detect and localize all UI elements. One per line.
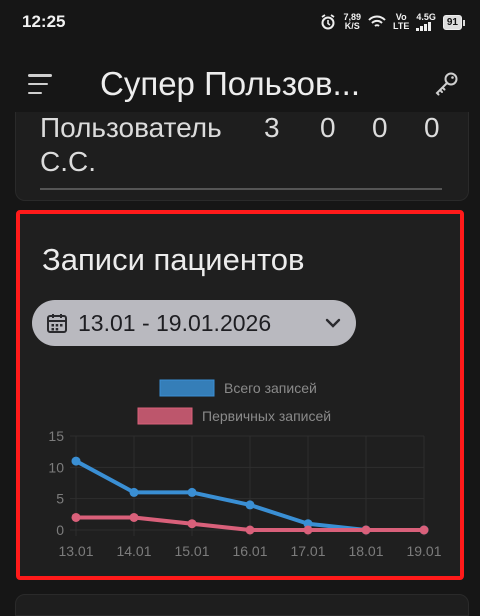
y-tick-label: 5 [56, 491, 64, 507]
data-point [303, 525, 313, 535]
users-summary-card: Пользователь 3 0 0 0 С.С. [15, 112, 469, 201]
divider [40, 188, 442, 190]
data-point [245, 500, 255, 510]
data-point [187, 487, 197, 497]
y-tick-label: 10 [48, 459, 64, 475]
x-tick-label: 17.01 [290, 543, 325, 559]
date-range-picker[interactable]: 13.01 - 19.01.2026 [32, 300, 356, 346]
status-bar: 12:25 7,89 K/S Vo LTE 4.5G 91 [0, 0, 480, 44]
x-tick-label: 16.01 [232, 543, 267, 559]
patient-records-chart: Всего записей Первичных записей 0 5 10 15 13.0… [20, 364, 460, 569]
y-tick-label: 0 [56, 522, 64, 538]
network-speed: 7,89 K/S [343, 13, 361, 31]
wifi-icon [368, 15, 386, 27]
volte-indicator: Vo LTE [393, 13, 409, 31]
patient-records-card: Записи пациентов 13.01 - 19.01.2026 Всег… [16, 210, 464, 580]
x-tick-label: 15.01 [174, 543, 209, 559]
x-tick-label: 18.01 [348, 543, 383, 559]
x-tick-label: 14.01 [116, 543, 151, 559]
user-type-label-cont: С.С. [40, 146, 96, 177]
menu-icon[interactable] [28, 74, 54, 94]
signal-icon [416, 22, 432, 31]
network-speed-unit: K/S [344, 21, 360, 31]
y-tick-label: 15 [48, 428, 64, 444]
date-range-text: 13.01 - 19.01.2026 [78, 309, 272, 336]
network-type: 4.5G [416, 12, 436, 22]
legend-swatch [137, 407, 193, 425]
data-point [129, 487, 139, 497]
table-cell: 0 [424, 112, 440, 143]
data-point [245, 525, 255, 535]
app-bar: Супер Пользов... [0, 52, 480, 116]
chart-svg: Всего записей Первичных записей 0 5 10 15 13.0… [48, 379, 442, 559]
status-time: 12:25 [22, 12, 66, 31]
chevron-down-icon [325, 318, 341, 328]
volte-bottom: LTE [393, 21, 410, 31]
table-cell: 0 [320, 112, 336, 143]
data-point [419, 525, 429, 535]
legend-label: Всего записей [224, 380, 317, 396]
data-point [71, 456, 81, 466]
legend-swatch [159, 379, 215, 397]
card-title: Записи пациентов [42, 242, 305, 277]
x-tick-label: 13.01 [58, 543, 93, 559]
data-point [361, 525, 371, 535]
table-cell: 3 [264, 112, 280, 143]
table-cell: 0 [372, 112, 388, 143]
status-icons: 7,89 K/S Vo LTE 4.5G 91 [320, 13, 466, 31]
signal-group: 4.5G [416, 13, 436, 31]
battery-icon: 91 [442, 14, 466, 30]
page-title: Супер Пользов... [100, 65, 361, 102]
data-point [129, 512, 139, 522]
user-type-label: Пользователь [40, 112, 222, 143]
alarm-icon [321, 14, 335, 30]
calendar-icon [47, 314, 67, 333]
x-tick-label: 19.01 [406, 543, 441, 559]
table-row: Пользователь 3 0 0 0 [40, 112, 440, 144]
next-card [15, 594, 469, 616]
legend-label: Первичных записей [202, 408, 331, 424]
data-point [71, 512, 81, 522]
key-icon[interactable] [434, 71, 460, 97]
data-point [187, 519, 197, 529]
